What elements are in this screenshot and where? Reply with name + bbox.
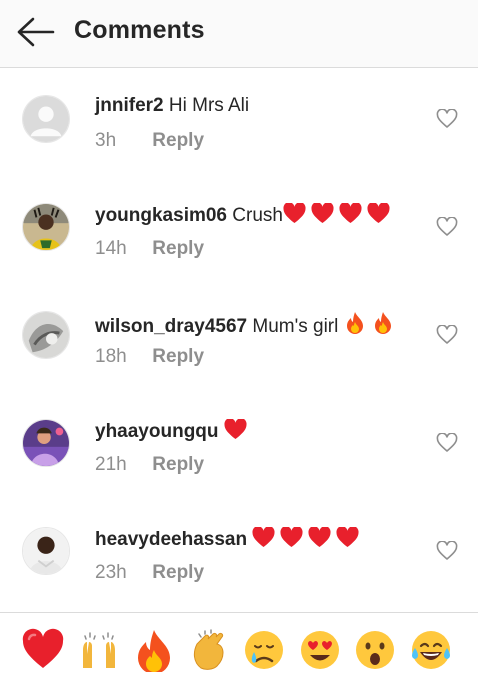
heart-eyes-face-emoji-button[interactable]	[298, 628, 342, 672]
comment-time: 14h	[95, 238, 127, 259]
comment-emojis	[252, 527, 359, 550]
comment-time: 21h	[95, 454, 127, 475]
comment-text: Mum's girl	[252, 316, 339, 337]
raising-hands-emoji-button[interactable]	[77, 628, 121, 672]
surprised-face-emoji-button[interactable]	[353, 628, 397, 672]
red-heart-icon	[283, 203, 306, 224]
comment-username[interactable]: jnnifer2	[95, 95, 164, 116]
fire-icon	[346, 312, 363, 334]
red-heart-icon	[311, 203, 334, 224]
fire-emoji-button[interactable]	[132, 628, 176, 672]
comment-row: jnnifer2 Hi Mrs Ali 3h Reply	[0, 69, 478, 177]
heart-outline-icon[interactable]	[436, 108, 458, 129]
crying-face-emoji-button[interactable]	[242, 628, 286, 672]
avatar[interactable]	[22, 527, 70, 575]
comment-time: 3h	[95, 130, 117, 151]
comment-row: youngkasim06 Crush 14h Reply	[0, 177, 478, 285]
comment-row: yhaayoungqu 21h Reply	[0, 393, 478, 501]
heart-outline-icon[interactable]	[436, 540, 458, 561]
arrow-left-icon[interactable]	[16, 14, 56, 50]
tears-of-joy-face-emoji-button[interactable]	[409, 628, 453, 672]
comment-username[interactable]: yhaayoungqu	[95, 421, 219, 442]
avatar[interactable]	[22, 311, 70, 359]
fire-icon	[374, 312, 391, 334]
red-heart-icon	[308, 527, 331, 548]
comment-time: 23h	[95, 562, 127, 583]
reply-button[interactable]: Reply	[152, 346, 204, 367]
clapping-hands-emoji-button[interactable]	[187, 628, 231, 672]
red-heart-emoji-button[interactable]	[21, 628, 65, 672]
red-heart-icon	[252, 527, 275, 548]
page-title: Comments	[74, 16, 205, 44]
comment-text: Crush	[232, 205, 283, 226]
comment-time: 18h	[95, 346, 127, 367]
red-heart-icon	[367, 203, 390, 224]
comment-emojis	[283, 203, 390, 226]
comment-username[interactable]: wilson_dray4567	[95, 316, 247, 337]
red-heart-icon	[339, 203, 362, 224]
reply-button[interactable]: Reply	[152, 454, 204, 475]
heart-outline-icon[interactable]	[436, 324, 458, 345]
comment-username[interactable]: heavydeehassan	[95, 529, 247, 550]
avatar[interactable]	[22, 203, 70, 251]
comment-row: heavydeehassan 23h Reply	[0, 501, 478, 609]
comment-username[interactable]: youngkasim06	[95, 205, 227, 226]
red-heart-icon	[280, 527, 303, 548]
comment-emojis	[344, 312, 394, 337]
comment-emojis	[224, 419, 247, 442]
red-heart-icon	[224, 419, 247, 440]
comments-header: Comments	[0, 0, 478, 68]
comment-list[interactable]: jnnifer2 Hi Mrs Ali 3h Reply youngkasim0…	[0, 69, 478, 612]
red-heart-icon	[336, 527, 359, 548]
comment-row: wilson_dray4567 Mum's girl 18h Reply	[0, 285, 478, 393]
avatar[interactable]	[22, 419, 70, 467]
comment-text: Hi Mrs Ali	[168, 95, 250, 116]
emoji-quick-bar	[0, 612, 478, 675]
reply-button[interactable]: Reply	[152, 562, 204, 583]
reply-button[interactable]: Reply	[152, 130, 204, 151]
avatar[interactable]	[22, 95, 70, 143]
heart-outline-icon[interactable]	[436, 216, 458, 237]
heart-outline-icon[interactable]	[436, 432, 458, 453]
reply-button[interactable]: Reply	[152, 238, 204, 259]
